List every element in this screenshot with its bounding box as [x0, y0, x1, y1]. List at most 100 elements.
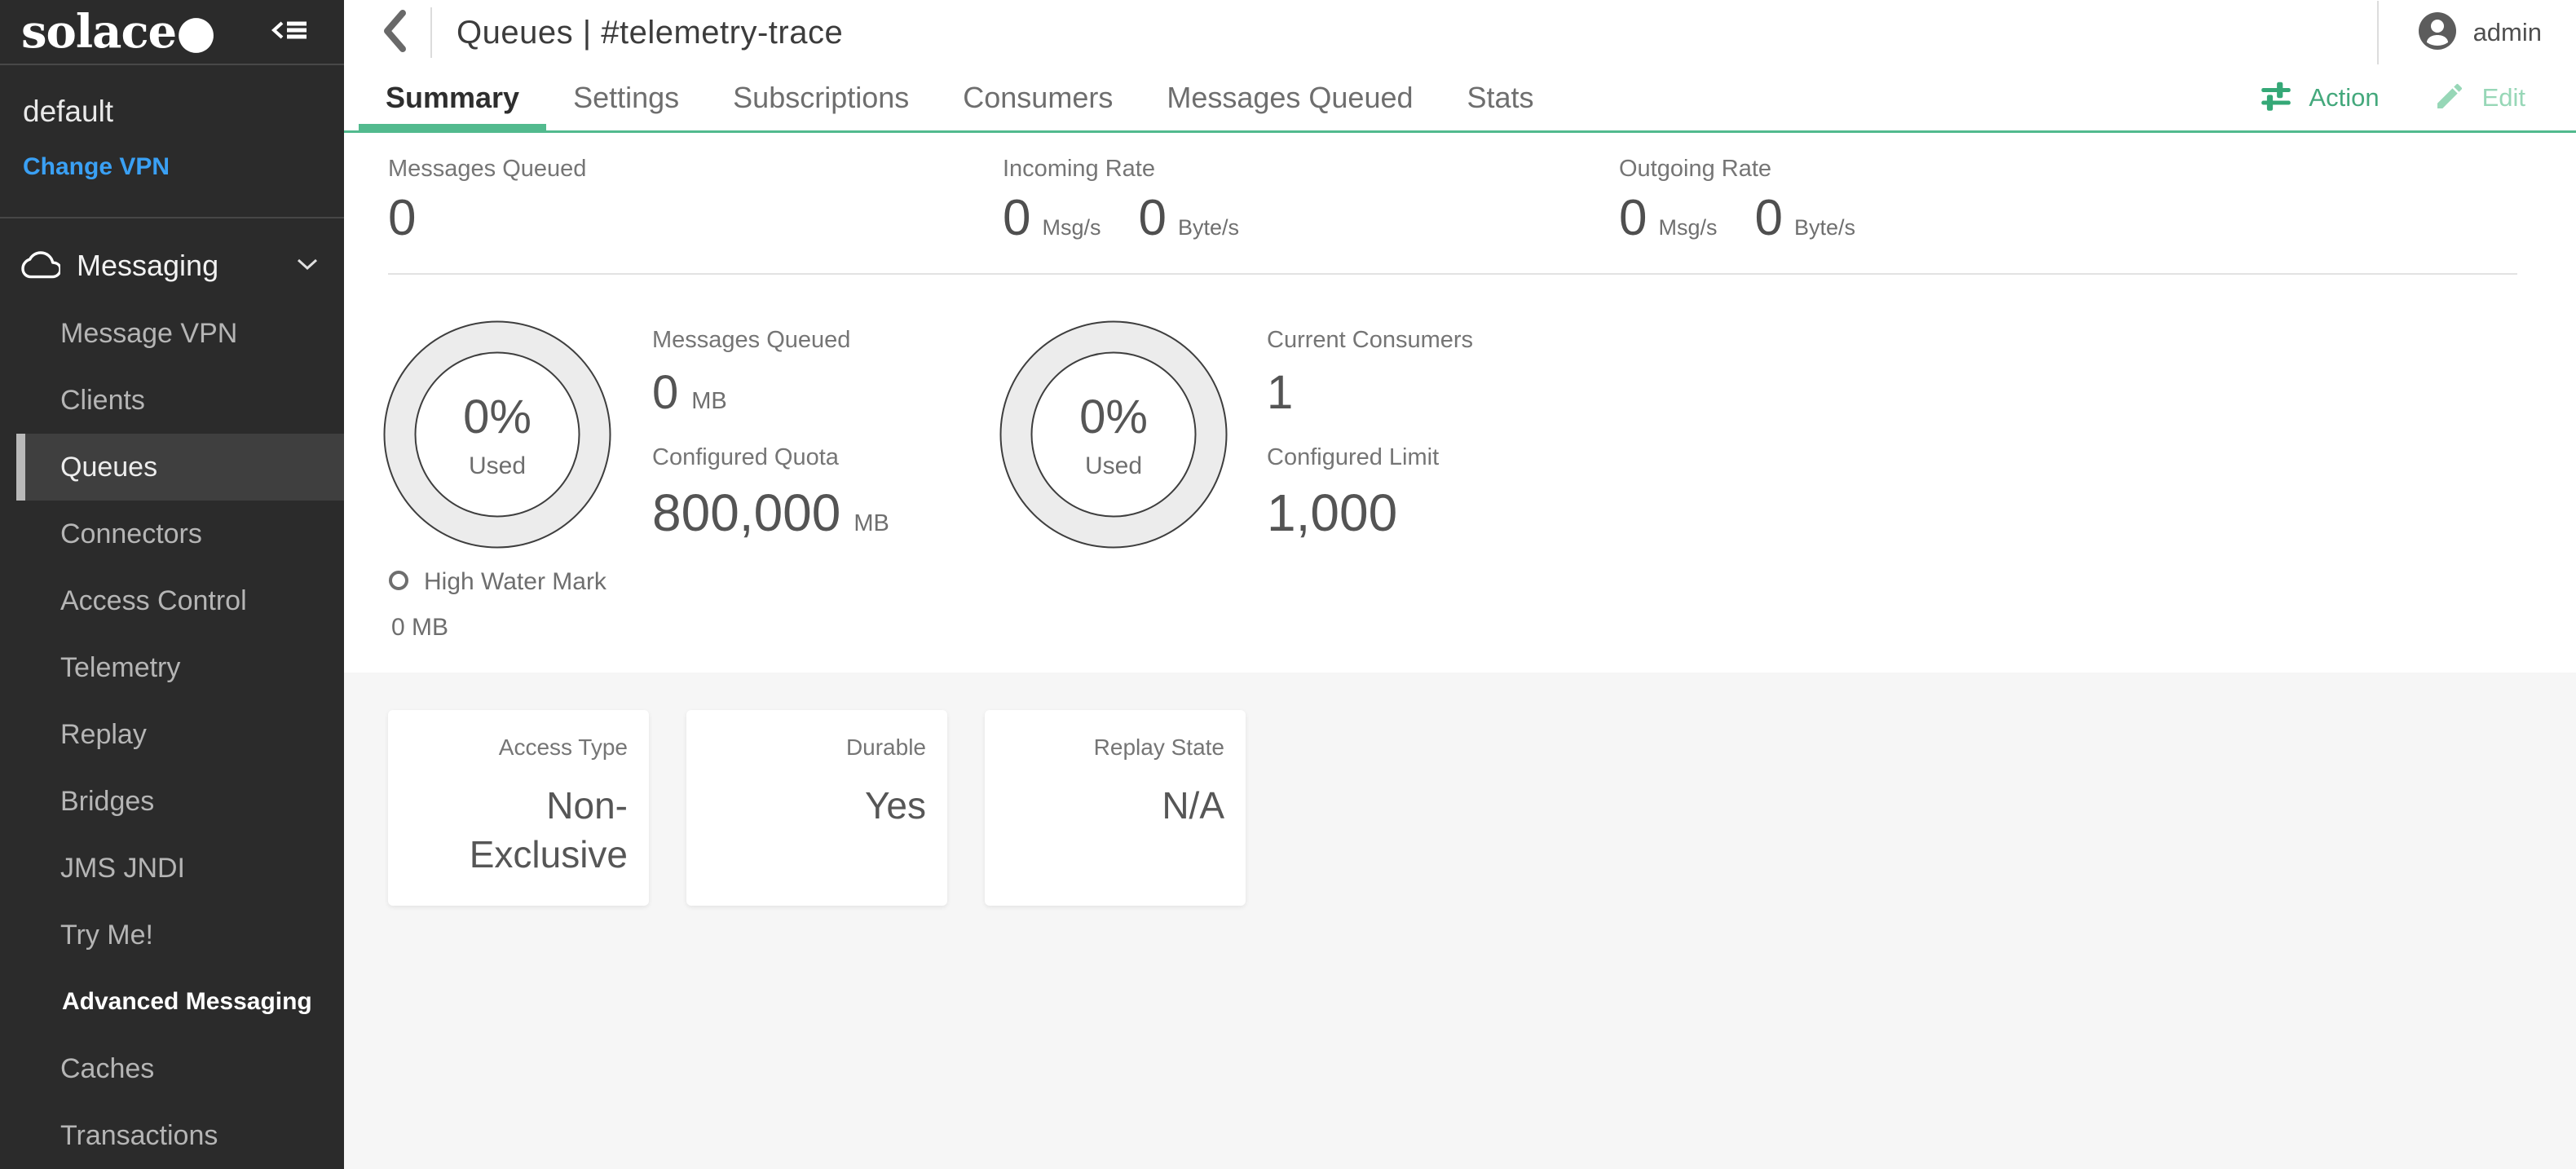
metric-label: Current Consumers	[1267, 327, 1473, 354]
high-water-mark-value: 0 MB	[388, 614, 607, 642]
sidebar-item-label: Replay	[60, 719, 147, 751]
sidebar-item-connectors[interactable]: Connectors	[0, 501, 344, 567]
action-button[interactable]: Action	[2260, 80, 2379, 117]
metric-unit: MB	[691, 388, 727, 415]
stat-unit: Byte/s	[1178, 215, 1239, 240]
tabs-row: Summary Settings Subscriptions Consumers…	[344, 65, 2576, 133]
gauge-percent: 0%	[463, 390, 532, 444]
metric-label: Configured Limit	[1267, 444, 1473, 471]
tab-label: Messages Queued	[1167, 81, 1413, 115]
vpn-name: default	[23, 95, 321, 129]
sidebar-item-caches[interactable]: Caches	[0, 1035, 344, 1102]
logo-text: solace	[21, 5, 176, 59]
toolbar: Action Edit	[2260, 65, 2576, 130]
consumers-usage-gauge: 0% Used	[999, 320, 1228, 549]
lower-section-background	[344, 673, 2576, 1169]
back-chevron-icon	[381, 8, 408, 58]
main-area: Queues | #telemetry-trace admin Summary …	[344, 0, 2576, 1169]
sidebar-item-label: Transactions	[60, 1120, 218, 1152]
quota-gauge-metrics: Messages Queued 0MB Configured Quota 800…	[652, 327, 889, 567]
card-label: Durable	[708, 734, 926, 761]
edit-button[interactable]: Edit	[2433, 80, 2525, 117]
tab-label: Subscriptions	[733, 81, 909, 115]
sidebar-item-label: Telemetry	[60, 652, 180, 684]
sidebar-item-label: Message VPN	[60, 318, 237, 350]
sidebar-item-label: Queues	[60, 452, 157, 483]
sidebar-item-label: Try Me!	[60, 920, 153, 951]
quota-usage-gauge: 0% Used	[383, 320, 611, 549]
sidebar-item-message-vpn[interactable]: Message VPN	[0, 300, 344, 367]
cloud-icon	[21, 249, 60, 283]
sidebar-logo-row: solace●	[0, 0, 344, 65]
tab-subscriptions[interactable]: Subscriptions	[706, 65, 936, 130]
action-label: Action	[2309, 83, 2379, 112]
collapse-sidebar-button[interactable]	[271, 14, 308, 51]
card-label: Access Type	[409, 734, 628, 761]
back-button[interactable]	[373, 8, 416, 57]
change-vpn-link[interactable]: Change VPN	[23, 153, 321, 181]
metric-label: Configured Quota	[652, 444, 889, 471]
app-root: solace● default Change VPN	[0, 0, 2576, 1169]
metric-value: 800,000	[652, 483, 840, 543]
stat-value: 0	[1003, 189, 1030, 247]
tab-settings[interactable]: Settings	[546, 65, 706, 130]
metric-value: 0	[652, 365, 678, 420]
avatar	[2418, 11, 2457, 55]
sidebar-item-telemetry[interactable]: Telemetry	[0, 634, 344, 701]
stat-label: Incoming Rate	[1003, 156, 1239, 183]
stat-value: 0	[388, 189, 416, 247]
stat-messages-queued: Messages Queued 0	[388, 156, 586, 247]
gauge-caption: Used	[469, 452, 526, 480]
card-access-type: Access Type Non-Exclusive	[388, 710, 649, 906]
tab-label: Settings	[573, 81, 679, 115]
tab-stats[interactable]: Stats	[1440, 65, 1561, 130]
vpn-block: default Change VPN	[0, 65, 344, 218]
tab-summary[interactable]: Summary	[359, 65, 546, 130]
sidebar-item-label: Clients	[60, 385, 145, 417]
sidebar-item-label: Bridges	[60, 786, 154, 818]
chevron-down-icon	[295, 257, 320, 276]
high-water-mark-label: High Water Mark	[424, 568, 607, 596]
high-water-mark-icon	[388, 570, 409, 595]
sidebar-item-label: Caches	[60, 1053, 154, 1085]
sidebar-item-replay[interactable]: Replay	[0, 701, 344, 768]
sidebar: solace● default Change VPN	[0, 0, 344, 1169]
stat-incoming-rate: Incoming Rate 0Msg/s 0Byte/s	[1003, 156, 1239, 247]
tab-label: Consumers	[963, 81, 1113, 115]
user-divider	[2377, 1, 2379, 64]
sidebar-subsection-advanced-messaging: Advanced Messaging	[0, 968, 344, 1035]
sidebar-item-transactions[interactable]: Transactions	[0, 1102, 344, 1169]
sidebar-menu: Messaging Message VPN Clients Queues Con…	[0, 218, 344, 1169]
solace-logo: solace●	[21, 5, 215, 59]
sidebar-item-queues[interactable]: Queues	[16, 434, 344, 501]
edit-label: Edit	[2482, 83, 2525, 112]
tab-messages-queued[interactable]: Messages Queued	[1140, 65, 1440, 130]
card-durable: Durable Yes	[686, 710, 947, 906]
sidebar-item-label: JMS JNDI	[60, 853, 185, 884]
pencil-icon	[2433, 80, 2466, 117]
sidebar-item-jms-jndi[interactable]: JMS JNDI	[0, 835, 344, 902]
sidebar-item-access-control[interactable]: Access Control	[0, 567, 344, 634]
card-replay-state: Replay State N/A	[985, 710, 1246, 906]
card-value: Yes	[708, 782, 926, 831]
summary-content: Messages Queued 0 Incoming Rate 0Msg/s 0…	[344, 133, 2576, 1169]
user-menu[interactable]: admin	[2418, 11, 2542, 55]
stat-value: 0	[1619, 189, 1647, 247]
tab-consumers[interactable]: Consumers	[936, 65, 1140, 130]
tabs: Summary Settings Subscriptions Consumers…	[359, 65, 1561, 130]
consumers-gauge-metrics: Current Consumers 1 Configured Limit 1,0…	[1267, 327, 1473, 567]
sidebar-item-try-me[interactable]: Try Me!	[0, 902, 344, 968]
tab-label: Stats	[1467, 81, 1534, 115]
logo-dot: ●	[176, 5, 215, 59]
sidebar-item-label: Access Control	[60, 585, 247, 617]
sidebar-item-clients[interactable]: Clients	[0, 367, 344, 434]
metric-value: 1,000	[1267, 483, 1397, 543]
stat-label: Outgoing Rate	[1619, 156, 1855, 183]
sidebar-item-bridges[interactable]: Bridges	[0, 768, 344, 835]
card-value: Non-Exclusive	[409, 782, 628, 880]
metric-unit: MB	[854, 510, 889, 537]
stat-label: Messages Queued	[388, 156, 586, 183]
title-row: Queues | #telemetry-trace admin	[344, 0, 2576, 65]
sidebar-section-label: Messaging	[77, 249, 295, 283]
sidebar-section-messaging[interactable]: Messaging	[0, 232, 344, 300]
